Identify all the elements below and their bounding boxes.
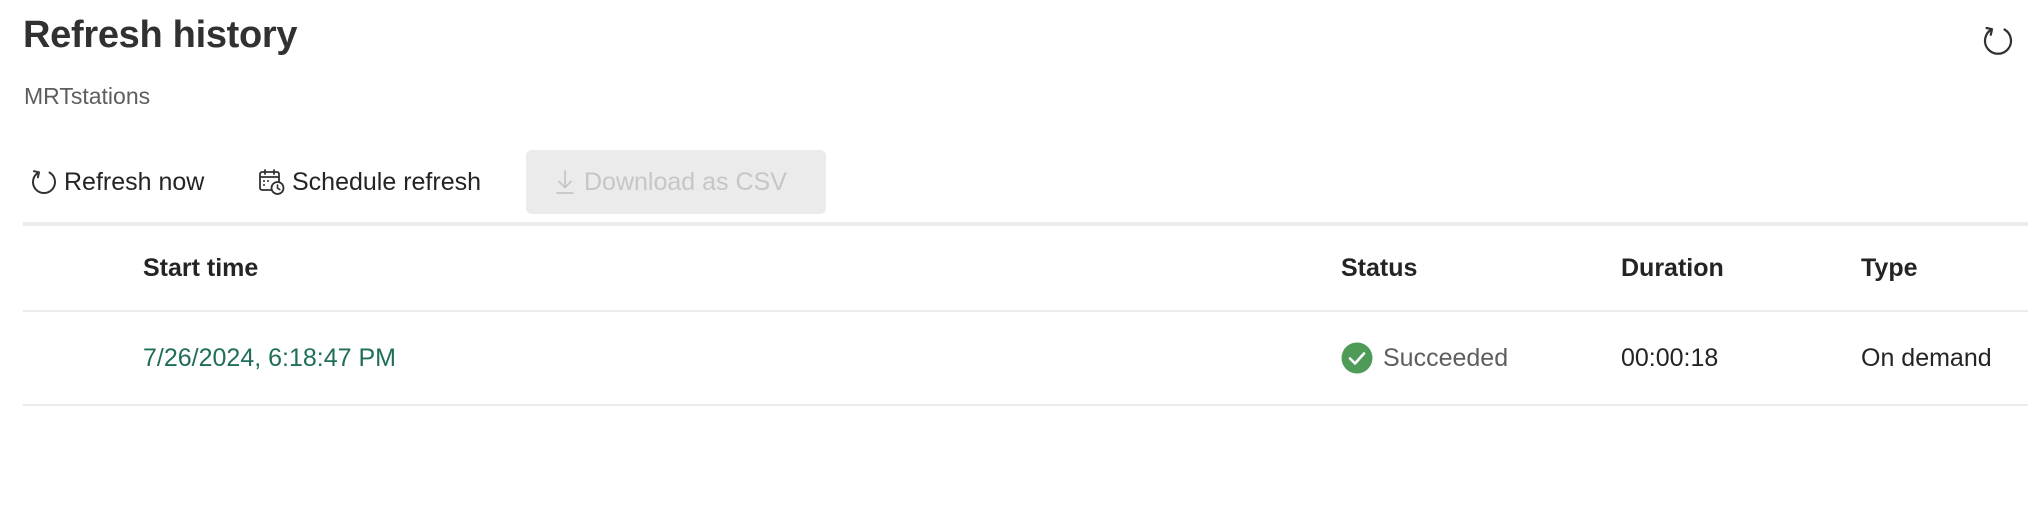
table-row: 7/26/2024, 6:18:47 PM Succeeded 00:00:18… bbox=[23, 312, 2028, 406]
download-csv-button[interactable]: Download as CSV bbox=[526, 150, 826, 214]
table-header: Start time Status Duration Type bbox=[23, 226, 2028, 312]
status-text: Succeeded bbox=[1383, 343, 1509, 372]
column-header-duration[interactable]: Duration bbox=[1621, 226, 1724, 310]
refresh-now-label: Refresh now bbox=[64, 167, 205, 196]
download-csv-label: Download as CSV bbox=[584, 167, 787, 196]
refresh-icon bbox=[1981, 23, 2015, 62]
success-check-icon bbox=[1341, 342, 1373, 374]
status-cell: Succeeded bbox=[1341, 312, 1508, 404]
schedule-refresh-button[interactable]: Schedule refresh bbox=[258, 150, 526, 214]
page-title: Refresh history bbox=[23, 14, 298, 56]
start-time-cell: 7/26/2024, 6:18:47 PM bbox=[143, 312, 396, 404]
refresh-now-button[interactable]: Refresh now bbox=[23, 150, 258, 214]
refresh-history-button[interactable] bbox=[1978, 22, 2018, 62]
duration-cell: 00:00:18 bbox=[1621, 343, 1719, 372]
schedule-refresh-label: Schedule refresh bbox=[292, 167, 482, 196]
calendar-clock-icon bbox=[258, 168, 286, 196]
toolbar: Refresh now Schedule refresh Download as… bbox=[23, 150, 826, 214]
start-time-link[interactable]: 7/26/2024, 6:18:47 PM bbox=[143, 344, 396, 373]
download-icon bbox=[552, 168, 578, 196]
column-header-type[interactable]: Type bbox=[1861, 226, 1918, 310]
column-header-status[interactable]: Status bbox=[1341, 226, 1417, 310]
type-cell: On demand bbox=[1861, 343, 1992, 372]
refresh-history-panel: Refresh history MRTstations Refresh now bbox=[0, 0, 2028, 508]
dataset-name: MRTstations bbox=[24, 83, 151, 109]
refresh-icon bbox=[30, 167, 58, 197]
column-header-start-time[interactable]: Start time bbox=[143, 226, 258, 310]
